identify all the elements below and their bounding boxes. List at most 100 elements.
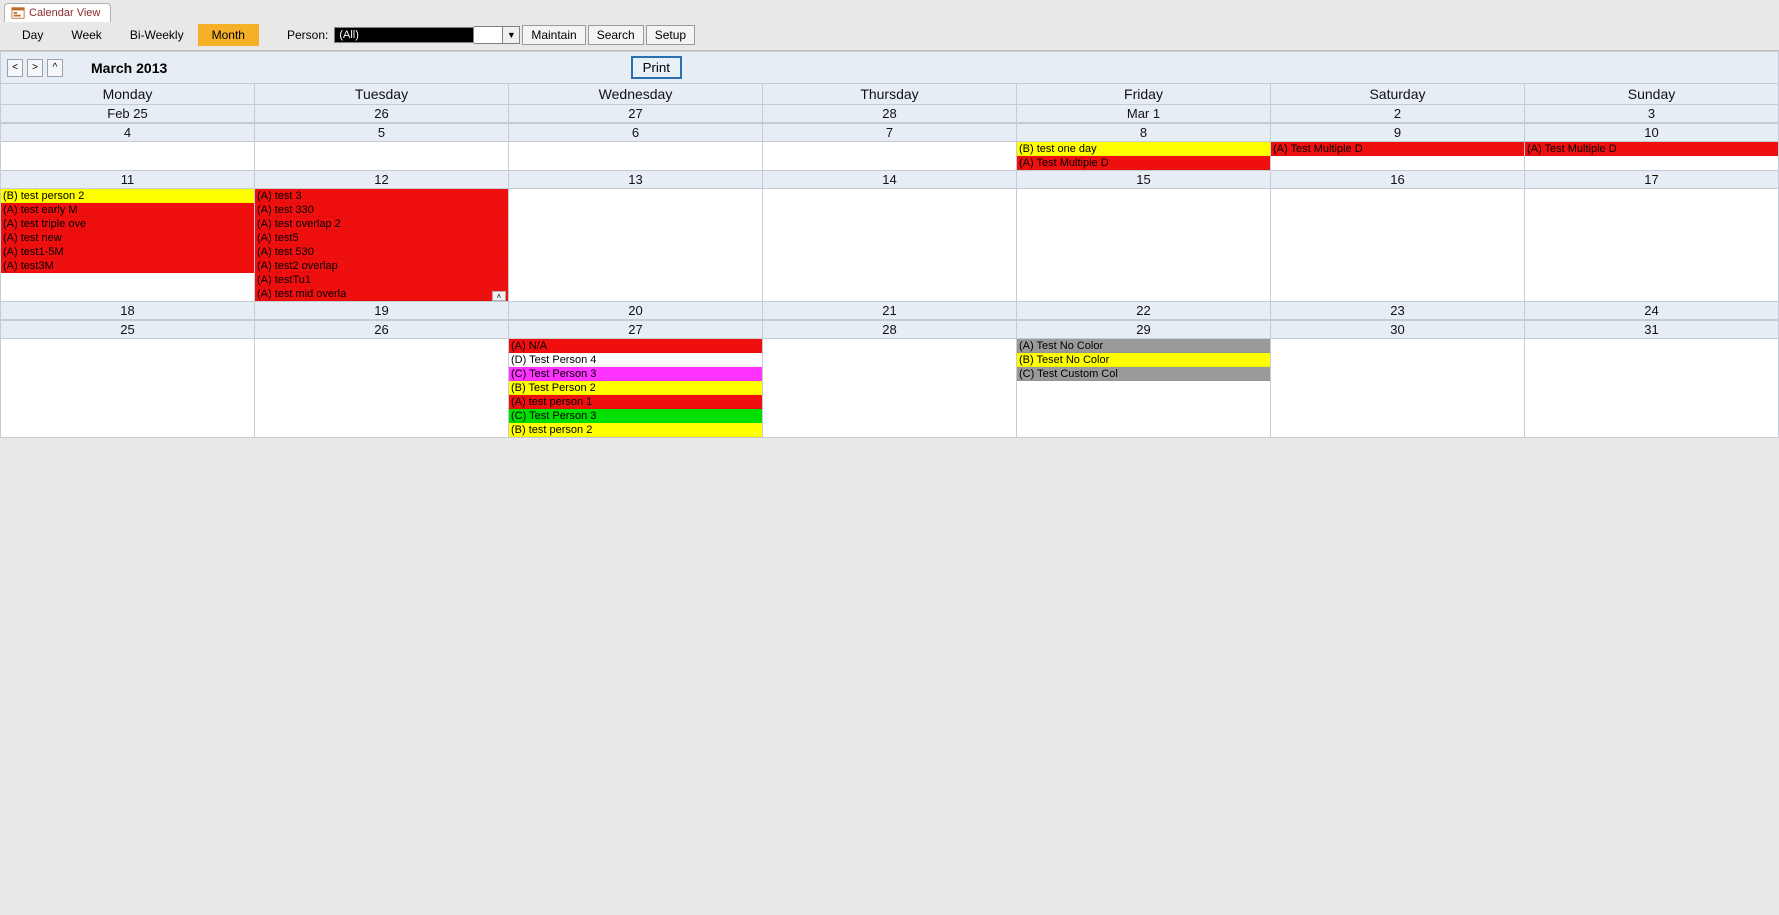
next-button[interactable]: > [27,59,43,77]
date-label: 11 [1,170,254,189]
date-label: 30 [1271,320,1524,339]
day-cell[interactable]: 29(A) Test No Color(B) Teset No Color(C)… [1017,320,1271,437]
prev-button[interactable]: < [7,59,23,77]
event-item[interactable]: (B) Test Person 2 [509,381,762,395]
day-cell[interactable]: 11(B) test person 2(A) test early M(A) t… [1,170,255,301]
day-cell[interactable]: 24 [1525,301,1778,320]
day-cell[interactable]: 27 [509,104,763,123]
day-cell[interactable]: 10(A) Test Multiple D [1525,123,1778,170]
day-cell[interactable]: 28 [763,320,1017,437]
event-item[interactable]: (A) Test Multiple D [1271,142,1524,156]
day-cell[interactable]: 13 [509,170,763,301]
events-list: (A) Test Multiple D [1525,142,1778,156]
day-cell[interactable]: 15 [1017,170,1271,301]
event-item[interactable]: (A) test overlap 2 [255,217,508,231]
day-head-tuesday: Tuesday [255,84,509,104]
day-cell[interactable]: 5 [255,123,509,170]
day-cell[interactable]: 17 [1525,170,1778,301]
day-cell[interactable]: Mar 1 [1017,104,1271,123]
setup-button[interactable]: Setup [646,25,695,45]
event-item[interactable]: (A) test5 [255,231,508,245]
day-cell[interactable]: 18 [1,301,255,320]
expand-icon[interactable]: ˄ [492,291,506,301]
day-cell[interactable]: 4 [1,123,255,170]
date-label: 24 [1525,301,1778,320]
view-biweekly[interactable]: Bi-Weekly [116,24,198,46]
day-cell[interactable]: 25 [1,320,255,437]
event-item[interactable]: (A) Test No Color [1017,339,1270,353]
event-item[interactable]: (B) test one day [1017,142,1270,156]
date-label: 25 [1,320,254,339]
event-item[interactable]: (A) test3M [1,259,254,273]
event-item[interactable]: (A) N/A [509,339,762,353]
date-label: 31 [1525,320,1778,339]
event-item[interactable]: (A) Test Multiple D [1525,142,1778,156]
day-cell[interactable]: 27(A) N/A(D) Test Person 4(C) Test Perso… [509,320,763,437]
day-body [255,339,508,437]
day-cell[interactable]: 6 [509,123,763,170]
view-week[interactable]: Week [57,24,115,46]
event-item[interactable]: (A) test triple ove [1,217,254,231]
event-item[interactable]: (A) test new [1,231,254,245]
tab-label: Calendar View [29,7,100,19]
date-label: 3 [1525,104,1778,123]
date-label: 14 [763,170,1016,189]
print-button[interactable]: Print [631,56,682,79]
event-item[interactable]: (A) test2 overlap [255,259,508,273]
event-item[interactable]: (A) testTu1 [255,273,508,287]
day-head-wednesday: Wednesday [509,84,763,104]
event-item[interactable]: (A) test early M [1,203,254,217]
day-body [509,142,762,170]
day-body [255,142,508,170]
day-cell[interactable]: 3 [1525,104,1778,123]
day-cell[interactable]: 2 [1271,104,1525,123]
header-row: < > ^ March 2013 Print [0,51,1779,84]
event-item[interactable]: (A) test 530 [255,245,508,259]
day-cell[interactable]: Feb 25 [1,104,255,123]
day-cell[interactable]: 30 [1271,320,1525,437]
chevron-down-icon[interactable]: ▼ [502,26,520,44]
event-item[interactable]: (C) Test Person 3 [509,367,762,381]
day-cell[interactable]: 7 [763,123,1017,170]
day-cell[interactable]: 26 [255,104,509,123]
events-list: (A) Test No Color(B) Teset No Color(C) T… [1017,339,1270,381]
event-item[interactable]: (B) Teset No Color [1017,353,1270,367]
search-button[interactable]: Search [588,25,644,45]
event-item[interactable]: (A) test 3 [255,189,508,203]
day-cell[interactable]: 23 [1271,301,1525,320]
day-body [1525,189,1778,301]
tab-calendar-view[interactable]: Calendar View [4,3,111,22]
day-head-thursday: Thursday [763,84,1017,104]
event-item[interactable]: (B) test person 2 [509,423,762,437]
event-item[interactable]: (A) test person 1 [509,395,762,409]
event-item[interactable]: (B) test person 2 [1,189,254,203]
day-cell[interactable]: 28 [763,104,1017,123]
day-cell[interactable]: 9(A) Test Multiple D [1271,123,1525,170]
event-item[interactable]: (A) test1-5M [1,245,254,259]
day-cell[interactable]: 12(A) test 3(A) test 330(A) test overlap… [255,170,509,301]
event-item[interactable]: (C) Test Person 3 [509,409,762,423]
up-button[interactable]: ^ [47,59,63,77]
event-item[interactable]: (D) Test Person 4 [509,353,762,367]
day-cell[interactable]: 21 [763,301,1017,320]
day-cell[interactable]: 20 [509,301,763,320]
day-cell[interactable]: 31 [1525,320,1778,437]
day-cell[interactable]: 22 [1017,301,1271,320]
day-cell[interactable]: 8(B) test one day(A) Test Multiple D [1017,123,1271,170]
event-item[interactable]: (A) test 330 [255,203,508,217]
event-item[interactable]: (C) Test Custom Col [1017,367,1270,381]
calendar-window: Calendar View Day Week Bi-Weekly Month P… [0,0,1779,915]
event-item[interactable]: (A) Test Multiple D [1017,156,1270,170]
day-cell[interactable]: 16 [1271,170,1525,301]
person-select[interactable]: (All) ▼ [334,26,520,44]
day-cell[interactable]: 14 [763,170,1017,301]
day-body [763,142,1016,170]
day-cell[interactable]: 26 [255,320,509,437]
date-label: Feb 25 [1,104,254,123]
maintain-button[interactable]: Maintain [522,25,585,45]
date-label: 9 [1271,123,1524,142]
view-month[interactable]: Month [198,24,259,46]
event-item[interactable]: (A) test mid overla [255,287,508,301]
day-cell[interactable]: 19 [255,301,509,320]
view-day[interactable]: Day [8,24,57,46]
